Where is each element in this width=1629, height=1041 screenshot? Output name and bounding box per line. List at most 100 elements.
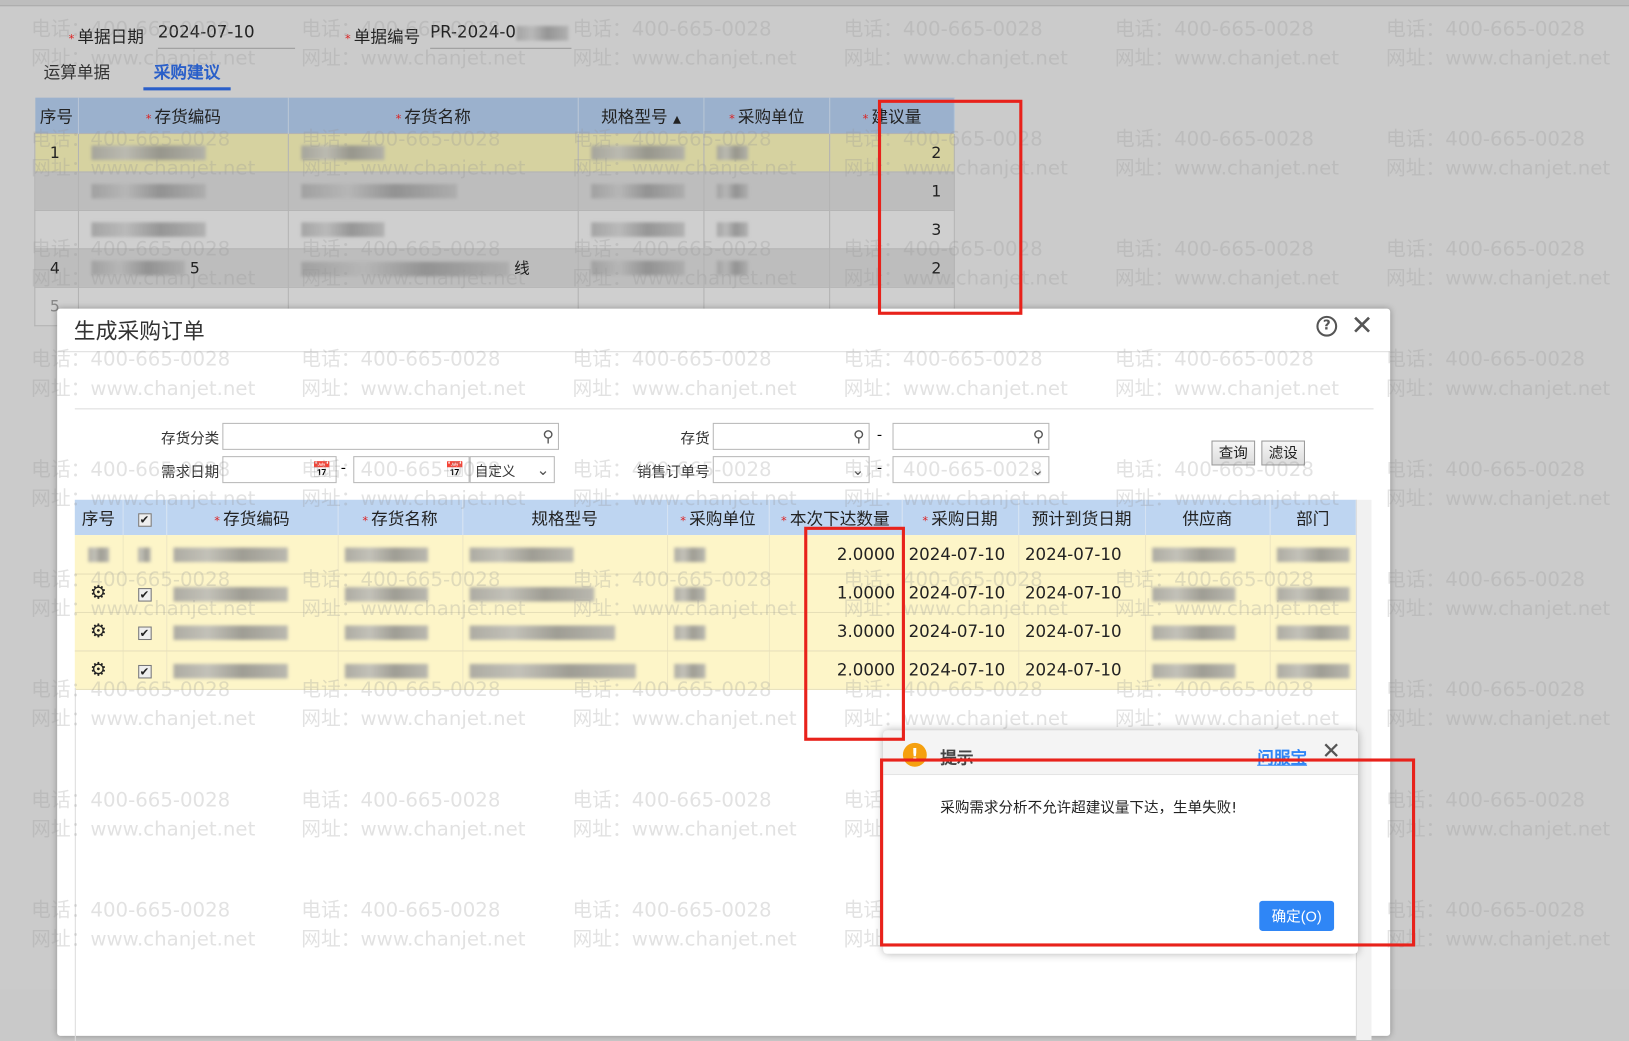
select-all-checkbox[interactable]: ✔ (122, 499, 167, 536)
watermark-phone: 电话：400-665-0028 (1386, 678, 1586, 702)
code-tail: 5 (189, 258, 200, 277)
date-range-value: 自定义 (474, 464, 516, 481)
watermark-site: 网址：www.chanjet.net (1386, 377, 1611, 401)
cell-name (337, 535, 463, 575)
row-checkbox[interactable]: ✔ (137, 588, 152, 602)
watermark-phone: 电话：400-665-0028 (1114, 127, 1314, 151)
table-row[interactable]: 1 2 (34, 132, 955, 172)
grid-row[interactable]: ⚙ ✔ 2.0000 2024-07-10 2024-07-10 (74, 650, 1357, 690)
query-button[interactable]: 查询 (1211, 440, 1256, 466)
cell-purchase-date[interactable]: 2024-07-10 (901, 650, 1019, 690)
row-checkbox[interactable]: ✔ (137, 626, 152, 641)
cell-dept (1269, 535, 1357, 575)
app-window: * 单据日期 2024-07-10 * 单据编号 PR-2024-0 运算单据 采购… (0, 0, 1629, 1041)
cell-name: 线 (287, 247, 579, 288)
watermark-phone: 电话：400-665-0028 (1386, 17, 1586, 41)
dialog-title: 生成采购订单 (73, 318, 205, 344)
cell-check[interactable]: ✔ (122, 650, 167, 690)
cell-unit (703, 132, 831, 172)
chevron-down-icon: ⌄ (851, 460, 865, 479)
cell-purchase-date[interactable]: 2024-07-10 (901, 611, 1019, 651)
inventory-from-input[interactable]: ⚲ (712, 422, 870, 450)
watermark-phone: 电话：400-665-0028 (1386, 127, 1586, 151)
cell-arrival-date[interactable]: 2024-07-10 (1018, 573, 1146, 613)
sales-order-to-select[interactable]: ⌄ (892, 456, 1050, 484)
gear-icon[interactable]: ⚙ (90, 659, 107, 681)
top-bar (0, 0, 1629, 7)
gear-icon[interactable]: ⚙ (90, 620, 107, 642)
search-icon[interactable]: ⚲ (542, 427, 553, 446)
watermark-site: 网址：www.chanjet.net (572, 46, 797, 70)
inventory-to-input[interactable]: ⚲ (892, 422, 1050, 450)
col-supplier: 供应商 (1144, 499, 1271, 536)
demand-date-label: 需求日期 (161, 464, 220, 482)
cell-no: 1 (34, 132, 79, 172)
table-row[interactable]: 3 (34, 209, 955, 249)
doc-date-value[interactable]: 2024-07-10 (157, 22, 296, 49)
search-icon[interactable]: ⚲ (1033, 427, 1044, 446)
col-arrival-date: 预计到货日期 (1018, 499, 1146, 536)
calendar-icon[interactable]: 📅 (445, 460, 464, 479)
doc-code-value[interactable]: PR-2024-0 (430, 22, 572, 49)
tab-purchase-suggestion[interactable]: 采购建议 (143, 58, 231, 91)
col-code-label: 存货编码 (223, 509, 290, 529)
col-purchase-date: * 采购日期 (901, 499, 1019, 536)
category-input[interactable]: ⚲ (222, 422, 559, 450)
col-spec-label: 规格型号 (601, 106, 668, 127)
watermark: 电话：400-665-0028 网址：www.chanjet.net (1386, 675, 1610, 733)
cell-check[interactable]: ✔ (122, 611, 167, 651)
chevron-down-icon: ⌄ (1031, 460, 1045, 479)
cell-supplier (1144, 650, 1271, 690)
cell-check[interactable] (122, 535, 167, 575)
cell-arrival-date[interactable]: 2024-07-10 (1018, 535, 1146, 575)
filter-settings-button[interactable]: 滤设 (1261, 440, 1305, 466)
watermark-phone: 电话：400-665-0028 (1386, 898, 1586, 922)
grid-row[interactable]: ⚙ ✔ 3.0000 2024-07-10 2024-07-10 (74, 611, 1357, 651)
watermark-site: 网址：www.chanjet.net (1386, 156, 1611, 180)
table-row[interactable]: 1 (34, 170, 955, 211)
row-checkbox[interactable]: ✔ (137, 664, 152, 679)
cell-unit (667, 573, 770, 613)
cell-check[interactable]: ✔ (122, 573, 167, 613)
demand-date-from[interactable]: 📅 (222, 456, 337, 484)
watermark-phone: 电话：400-665-0028 (1386, 458, 1586, 482)
grid-header: 序号 ✔ * 存货编码 * 存货名称 规格型号 * 采购单位 * 本次下达数量 * 采购日… (74, 499, 1357, 536)
cell-no: 4 (34, 247, 79, 288)
cell-unit (667, 535, 770, 575)
cell-unit (667, 611, 770, 651)
col-spec[interactable]: 规格型号 ▲ (578, 97, 705, 133)
watermark-phone: 电话：400-665-0028 (1114, 17, 1314, 41)
tab-calc-docs[interactable]: 运算单据 (44, 58, 111, 83)
highlight-issue-qty (804, 526, 905, 741)
demand-date-to[interactable]: 📅 (353, 456, 470, 484)
grid-row[interactable]: 2.0000 2024-07-10 2024-07-10 (74, 535, 1357, 575)
table-row[interactable]: 4 5 线 2 (34, 247, 955, 288)
sales-order-from-select[interactable]: ⌄ (712, 456, 870, 484)
col-name-label: 存货名称 (404, 106, 471, 127)
col-no: 序号 (74, 499, 124, 536)
watermark-phone: 电话：400-665-0028 (1386, 788, 1586, 812)
watermark: 电话：400-665-0028 网址：www.chanjet.net (844, 15, 1068, 73)
watermark: 电话：400-665-0028 网址：www.chanjet.net (1386, 15, 1610, 73)
gear-icon[interactable]: ⚙ (90, 582, 107, 604)
cell-spec (462, 650, 668, 690)
doc-date-label: 单据日期 (77, 27, 144, 47)
help-icon[interactable]: ? (1316, 315, 1338, 337)
table-header: 序号 * 存货编码 * 存货名称 规格型号 ▲ * 采购单位 * 建议量 (34, 97, 955, 133)
grid-row[interactable]: ⚙ ✔ 1.0000 2024-07-10 2024-07-10 (74, 573, 1357, 613)
date-range-select[interactable]: 自定义 ⌄ (469, 456, 555, 484)
col-no: 序号 (34, 97, 79, 133)
cell-purchase-date[interactable]: 2024-07-10 (901, 573, 1019, 613)
calendar-icon[interactable]: 📅 (312, 460, 331, 479)
watermark-phone: 电话：400-665-0028 (843, 17, 1043, 41)
search-icon[interactable]: ⚲ (853, 427, 864, 446)
cell-purchase-date[interactable]: 2024-07-10 (901, 535, 1019, 575)
cell-arrival-date[interactable]: 2024-07-10 (1018, 650, 1146, 690)
watermark-site: 网址：www.chanjet.net (1386, 487, 1611, 511)
close-icon[interactable]: ✕ (1351, 311, 1374, 342)
watermark-phone: 电话：400-665-0028 (1386, 348, 1586, 371)
watermark-site: 网址：www.chanjet.net (1114, 156, 1339, 180)
watermark: 电话：400-665-0028 网址：www.chanjet.net (572, 15, 796, 73)
cell-unit (667, 650, 770, 690)
cell-arrival-date[interactable]: 2024-07-10 (1018, 611, 1146, 651)
